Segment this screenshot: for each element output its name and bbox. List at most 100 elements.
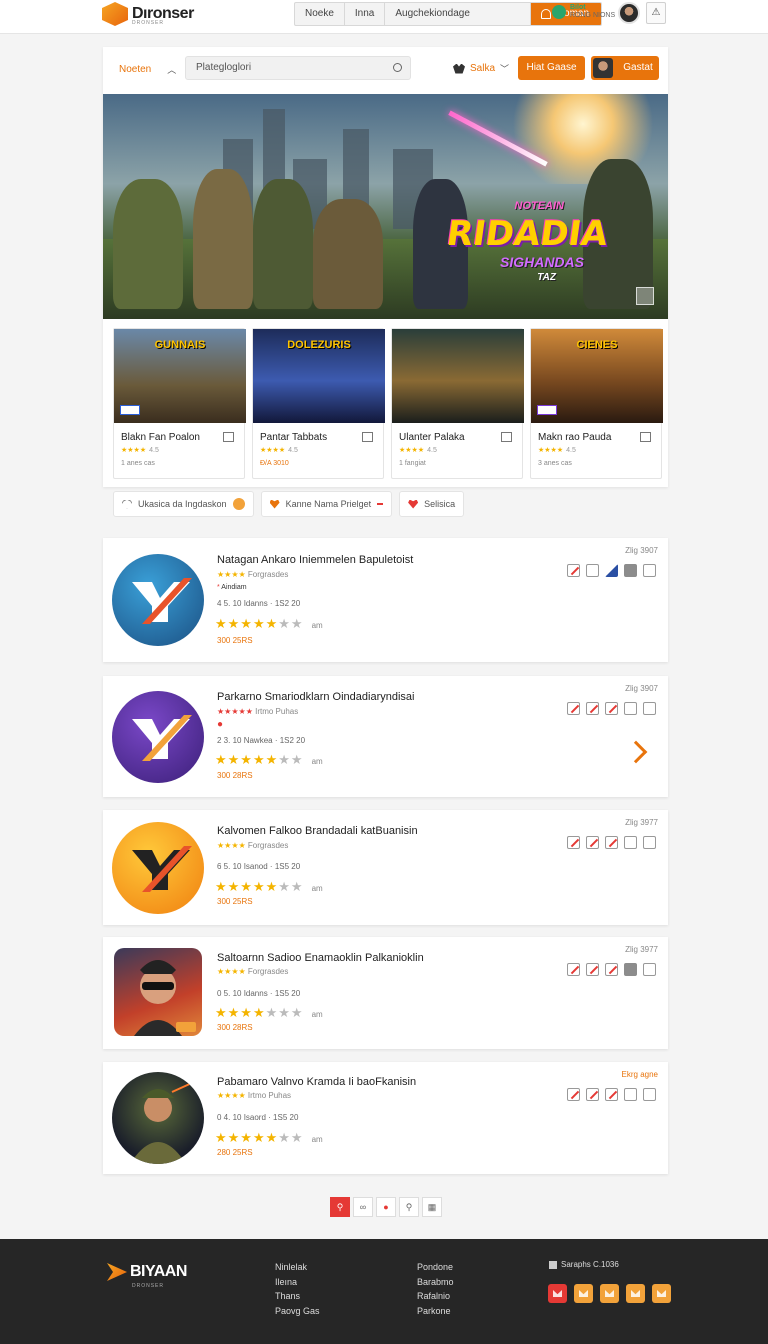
comment-icon[interactable]: ● [376, 1197, 396, 1217]
grid-icon[interactable] [624, 963, 637, 976]
item-sub-text: Irtmo Puhas [255, 707, 299, 716]
tag-chip-label: Selisica [424, 499, 456, 509]
item-rating-stars: ★★★★★ [215, 616, 279, 631]
filter-label: Noeten [119, 64, 152, 75]
item-rating: ★★★★★★★ am [215, 752, 323, 768]
footer-link[interactable]: Paovg Gas [275, 1304, 320, 1319]
expand-icon[interactable] [636, 287, 654, 305]
link-icon[interactable]: ∞ [353, 1197, 373, 1217]
share-icon[interactable] [624, 1088, 637, 1101]
grid-icon[interactable]: ▦ [422, 1197, 442, 1217]
chevron-right-icon[interactable] [624, 740, 648, 764]
lock-icon[interactable] [643, 963, 656, 976]
footer-link[interactable]: Rafalnio [417, 1289, 454, 1304]
remove-icon[interactable] [377, 503, 384, 505]
edit-icon[interactable] [567, 836, 580, 849]
lock-icon[interactable] [643, 564, 656, 577]
bookmark-icon[interactable] [640, 432, 651, 442]
filter-dropdown[interactable]: Noeten ︿ [119, 63, 176, 76]
checkbox-icon[interactable] [643, 702, 656, 715]
chart-icon[interactable] [605, 564, 618, 577]
app-icon [112, 822, 204, 914]
edit-icon[interactable] [567, 1088, 580, 1101]
featured-card[interactable]: CIENES Makn rao Pauda ★★★★ 4.5 3 anes cas [530, 328, 663, 479]
checkbox-icon[interactable] [643, 1088, 656, 1101]
profile-button[interactable]: Gastat [591, 56, 659, 80]
social-icon[interactable] [548, 1284, 567, 1303]
featured-score: 4.5 [566, 447, 576, 454]
edit-icon[interactable] [605, 963, 618, 976]
hero-tagline: NOTEAIN [514, 200, 565, 212]
footer-link[interactable]: Ninlelak [275, 1260, 320, 1275]
list-item[interactable]: Saltoarnn Sadioo Enamaoklin Palkanioklin… [103, 937, 668, 1049]
checkbox-icon[interactable] [643, 836, 656, 849]
footer-link[interactable]: Ileına [275, 1275, 320, 1290]
bookmark-icon[interactable] [223, 432, 234, 442]
list-item[interactable]: Natagan Ankaro Iniemmelen Bapuletoist ★★… [103, 538, 668, 662]
hero-banner[interactable]: NOTEAIN RIDADIA SIGHANDAS TAZ [103, 94, 668, 319]
search-icon[interactable] [393, 63, 402, 72]
social-icon[interactable] [626, 1284, 645, 1303]
share-icon[interactable] [624, 702, 637, 715]
edit-icon[interactable] [567, 963, 580, 976]
item-rating-empty: ★★ [278, 752, 304, 767]
footer-contact: Saraphs C.1036 [549, 1260, 619, 1269]
edit-icon[interactable] [605, 1088, 618, 1101]
footer-link[interactable]: Thans [275, 1289, 320, 1304]
list-item[interactable]: Pabamaro Valnvo Kramda Ii baoFkanisin ★★… [103, 1062, 668, 1174]
edit-icon[interactable] [586, 1088, 599, 1101]
logo[interactable]: Dıronser DRONSER [102, 2, 194, 26]
item-rating-empty: ★★ [278, 879, 304, 894]
social-icon[interactable] [574, 1284, 593, 1303]
edit-icon[interactable] [605, 836, 618, 849]
sort-dropdown[interactable]: Salka ﹀ [453, 62, 509, 75]
featured-card[interactable]: GUNNAIS Blakn Fan Poalon ★★★★ 4.5 1 anes … [113, 328, 246, 479]
add-icon[interactable] [624, 564, 637, 577]
social-icon[interactable] [600, 1284, 619, 1303]
tag-chip[interactable]: Selisica [399, 491, 465, 517]
share-icon[interactable] [586, 564, 599, 577]
share-icon[interactable] [624, 836, 637, 849]
edit-icon[interactable] [567, 702, 580, 715]
footer-logo[interactable]: BIYAAN [107, 1263, 187, 1281]
nav-item[interactable]: Noeke [295, 3, 345, 25]
edit-icon[interactable] [567, 564, 580, 577]
featured-card[interactable]: DOLEZURIS Pantar Tabbats ★★★★ 4.5 Đ/A 301… [252, 328, 385, 479]
logo-icon [107, 1263, 127, 1281]
search-icon[interactable]: ⚲ [399, 1197, 419, 1217]
hero-figure [193, 169, 253, 309]
alert-icon[interactable]: ⚠ [646, 2, 666, 24]
app-icon [112, 554, 204, 646]
user-status[interactable]: Bilot RONG NIONS [552, 4, 615, 20]
item-title: Kalvomen Falkoo Brandadali katBuanisin [217, 825, 418, 837]
search-input[interactable]: Plategloglori [185, 56, 411, 80]
footer-link[interactable]: Parkone [417, 1304, 454, 1319]
footer-link[interactable]: Barabmo [417, 1275, 454, 1290]
edit-icon[interactable] [586, 836, 599, 849]
bookmark-icon[interactable] [362, 432, 373, 442]
tag-chip[interactable]: Ukasica da Ingdaskon [113, 491, 254, 517]
nav-item[interactable]: Inna [345, 3, 386, 25]
tag-chip[interactable]: Kanne Nama Prielget [260, 491, 393, 517]
item-stats: 2 3. 10 Nawkea · 1S2 20 [217, 736, 306, 745]
avatar[interactable] [618, 2, 640, 24]
featured-card[interactable]: Ulanter Palaka ★★★★ 4.5 1 fangiat [391, 328, 524, 479]
user-line1: Bilot [570, 4, 586, 11]
item-price: 300 28RS [217, 1023, 253, 1032]
nav-item[interactable]: Augchekiondage [385, 3, 532, 25]
primary-button[interactable]: Hiat Gaase [518, 56, 585, 80]
item-stars: ★★★★ [217, 967, 246, 976]
app-icon [112, 691, 204, 783]
footer-link[interactable]: Pondone [417, 1260, 454, 1275]
list-item[interactable]: Kalvomen Falkoo Brandadali katBuanisin ★… [103, 810, 668, 925]
bookmark-icon[interactable] [501, 432, 512, 442]
edit-icon[interactable] [586, 702, 599, 715]
item-subtitle: ★★★★ Forgrasdes [217, 841, 288, 850]
list-item[interactable]: Parkarno Smariodklarn Oindadiaryndisai ★… [103, 676, 668, 797]
edit-icon[interactable] [586, 963, 599, 976]
item-rating-stars: ★★★★★ [215, 752, 279, 767]
item-title: Parkarno Smariodklarn Oindadiaryndisai [217, 691, 415, 703]
social-icon[interactable] [652, 1284, 671, 1303]
edit-icon[interactable] [605, 702, 618, 715]
location-pin-icon[interactable]: ⚲ [330, 1197, 350, 1217]
